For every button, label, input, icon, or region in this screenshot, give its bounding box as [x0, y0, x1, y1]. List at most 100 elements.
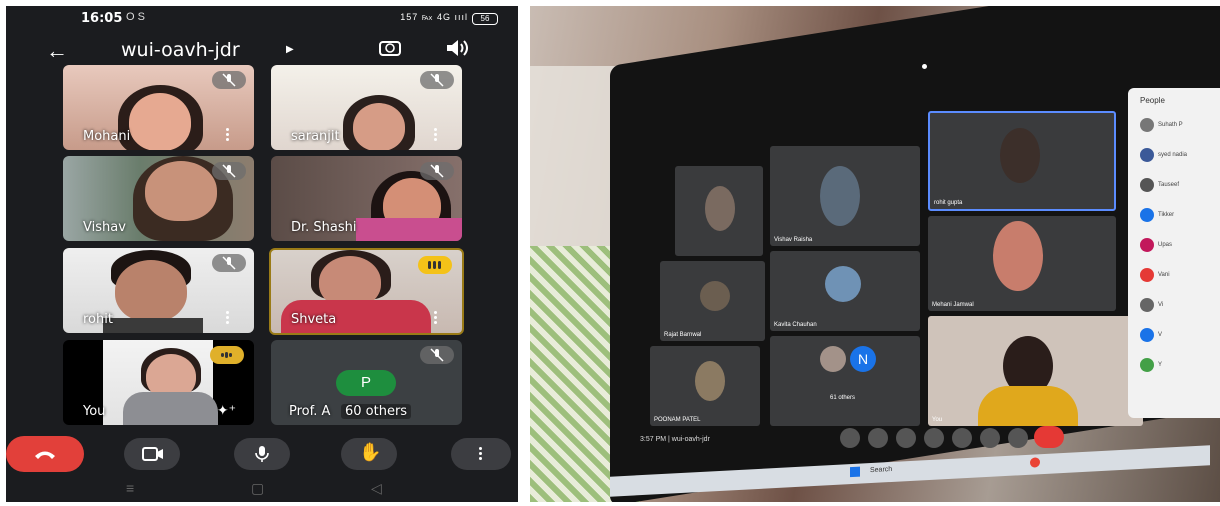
- more-button: [1008, 428, 1028, 448]
- avatar: [1140, 268, 1154, 282]
- android-nav-bar: ≡ ▢ ◁: [6, 476, 518, 502]
- camera-button: [868, 428, 888, 448]
- mic-off-icon: [420, 71, 454, 89]
- more-vert-icon[interactable]: [226, 311, 230, 325]
- participant-name: Prof. A: [289, 404, 331, 419]
- end-call-button: [1034, 426, 1064, 448]
- laptop-tile: [675, 166, 763, 256]
- person-name: Y: [1158, 362, 1163, 368]
- person-name: Tauseef: [1158, 182, 1180, 188]
- avatar: P: [336, 370, 396, 396]
- more-vert-icon[interactable]: [434, 128, 438, 142]
- call-controls: ✋: [6, 434, 518, 474]
- laptop-tile-name: Vishav Raisha: [774, 237, 813, 243]
- present-button: [980, 428, 1000, 448]
- status-left-icons: O S: [126, 11, 145, 23]
- participant-tile[interactable]: Mohani: [63, 65, 254, 150]
- laptop-tile: Kavita Chauhan: [770, 251, 920, 331]
- avatar: [1140, 208, 1154, 222]
- more-vert-icon[interactable]: [434, 311, 438, 325]
- person-name: Vani: [1158, 272, 1170, 278]
- microphone-icon: [255, 446, 269, 462]
- status-bar: 16:05 O S 157 ℻ 4G ıııl 56: [6, 6, 518, 32]
- participant-tile[interactable]: Dr. Shashi: [271, 156, 462, 241]
- battery-icon: 56: [472, 13, 498, 25]
- speaking-indicator-icon: [210, 346, 244, 364]
- laptop-tile-name: POONAM PATEL: [654, 417, 701, 423]
- caret-right-icon[interactable]: ▶: [286, 44, 294, 55]
- microphone-button[interactable]: [234, 438, 290, 470]
- others-count: 61 others: [830, 395, 856, 401]
- camera-button[interactable]: [124, 438, 180, 470]
- person-name: Vi: [1158, 302, 1164, 308]
- laptop-tile-active: rohit gupta: [928, 111, 1116, 211]
- avatar: [1140, 238, 1154, 252]
- laptop-call-controls: [840, 426, 1064, 450]
- avatar: [1140, 328, 1154, 342]
- laptop-tile: POONAM PATEL: [650, 346, 760, 426]
- laptop-tile: Rajat Barnwal: [660, 261, 765, 341]
- participant-name: rohit: [83, 312, 113, 327]
- mic-off-icon: [212, 162, 246, 180]
- chrome-icon: [1030, 457, 1040, 468]
- nav-recents-icon[interactable]: ≡: [126, 480, 134, 496]
- participant-name: Mohani: [83, 129, 131, 144]
- participant-name: saranjit: [291, 129, 340, 144]
- laptop-tile: Mehani Jamwal: [928, 216, 1116, 311]
- more-options-button[interactable]: [451, 438, 511, 470]
- avatar: [1140, 178, 1154, 192]
- avatar: [1140, 358, 1154, 372]
- effects-sparkle-icon[interactable]: ✦⁺: [217, 402, 236, 419]
- laptop-tile-name: Kavita Chauhan: [774, 322, 817, 328]
- participant-name: Dr. Shashi: [291, 220, 357, 235]
- person-name: V: [1158, 332, 1163, 338]
- raise-hand-button: [924, 428, 944, 448]
- participant-tile-self[interactable]: You ✦⁺: [63, 340, 254, 425]
- nav-back-icon[interactable]: ◁: [371, 480, 382, 497]
- webcam-icon: [922, 64, 927, 69]
- meeting-code[interactable]: wui-oavh-jdr: [121, 39, 240, 61]
- speaking-indicator-icon: [418, 256, 452, 274]
- person-name: Upas: [1158, 242, 1173, 248]
- person-name: Tikker: [1158, 212, 1175, 218]
- hand-icon: ✋: [359, 442, 382, 462]
- speaker-icon[interactable]: [444, 38, 470, 58]
- participant-tile-others[interactable]: P Prof. A 60 others: [271, 340, 462, 425]
- mic-button: [840, 428, 860, 448]
- avatar: [1140, 298, 1154, 312]
- participant-tile[interactable]: Vishav: [63, 156, 254, 241]
- nav-home-icon[interactable]: ▢: [251, 480, 264, 497]
- people-panel: People Suhath P syed nadia Tauseef Tikke…: [1128, 88, 1220, 418]
- more-vert-icon[interactable]: [226, 128, 230, 142]
- avatar: N: [850, 346, 876, 372]
- laptop-tile: You: [928, 316, 1143, 426]
- laptop-tile-name: Mehani Jamwal: [932, 302, 974, 308]
- laptop-tile-name: Rajat Barnwal: [664, 332, 702, 338]
- participant-name: Vishav: [83, 220, 126, 235]
- switch-camera-icon[interactable]: [378, 38, 402, 58]
- back-arrow-icon[interactable]: ←: [46, 38, 68, 64]
- person-name: syed nadia: [1158, 152, 1188, 158]
- participant-name: Shveta: [291, 312, 337, 327]
- avatar: [1140, 118, 1154, 132]
- participant-tile-active[interactable]: Shveta: [269, 248, 464, 335]
- person-name: Suhath P: [1158, 122, 1183, 128]
- end-call-button[interactable]: [6, 436, 84, 472]
- participant-tile[interactable]: saranjit: [271, 65, 462, 150]
- mic-off-icon: [212, 71, 246, 89]
- status-time: 16:05: [81, 11, 123, 26]
- call-header: ← wui-oavh-jdr ▶: [6, 32, 518, 68]
- laptop-tile-name: You: [932, 417, 943, 423]
- avatar: [1140, 148, 1154, 162]
- phone-screenshot: 16:05 O S 157 ℻ 4G ıııl 56 ← wui-oavh-jd…: [6, 6, 518, 502]
- mic-off-icon: [420, 162, 454, 180]
- mic-off-icon: [212, 254, 246, 272]
- mic-off-icon: [420, 346, 454, 364]
- laptop-photo: Vishav Raisha rohit gupta Rajat Barnwal …: [530, 6, 1220, 502]
- people-title: People: [1140, 96, 1165, 105]
- participant-name: You: [83, 404, 106, 419]
- emoji-button: [952, 428, 972, 448]
- raise-hand-button[interactable]: ✋: [341, 438, 397, 470]
- taskbar-search: Search: [870, 465, 893, 475]
- participant-tile[interactable]: rohit: [63, 248, 254, 333]
